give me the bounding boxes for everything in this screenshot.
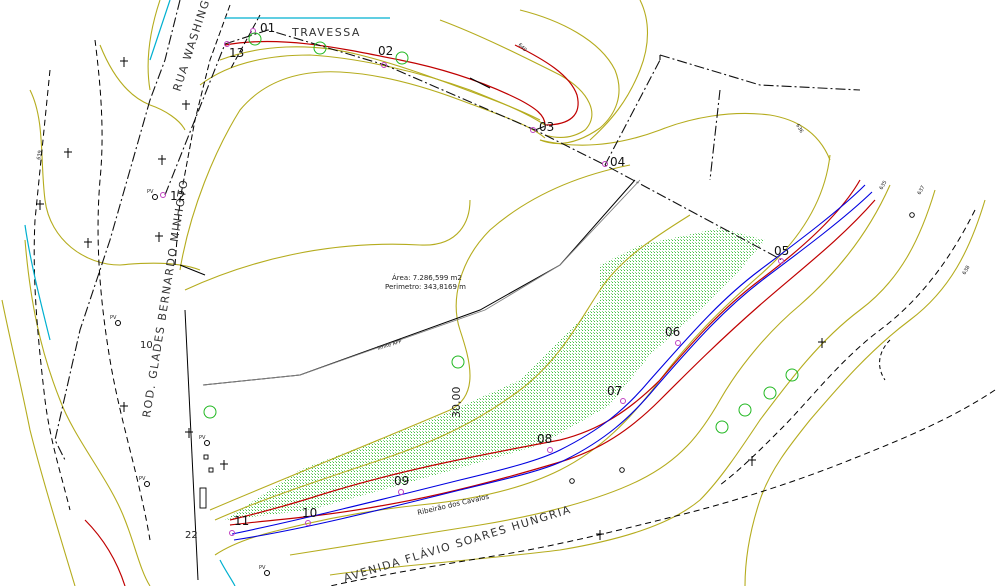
street-label-rodovia: ROD. GLADES BERNARDO MINHOTO xyxy=(140,178,191,419)
contour-label-638: 638 xyxy=(962,265,972,276)
vertex-label-11: 11 xyxy=(234,514,249,528)
app-vegetation-area xyxy=(225,228,765,520)
topographic-map[interactable]: TRAVESSA RUA WASHINGTON ROD. GLADES BERN… xyxy=(0,0,998,586)
major-contours xyxy=(84,40,876,586)
contour-label-640: 640 xyxy=(517,42,528,53)
vertex-label-08: 08 xyxy=(537,432,552,446)
vertex-label-07: 07 xyxy=(607,384,622,398)
svg-text:PV: PV xyxy=(199,435,206,441)
contour-label-637: 637 xyxy=(917,185,927,196)
vertex-label-01: 01 xyxy=(260,21,275,35)
vertex-label-12: 12 xyxy=(170,189,185,203)
vertex-label-10: 10 xyxy=(302,506,317,520)
vertex-label-02: 02 xyxy=(378,44,393,58)
app-limit-label: limite APP xyxy=(377,339,403,352)
yellow-label-10: 10 xyxy=(140,340,153,351)
yellow-label-22: 22 xyxy=(185,530,198,541)
vertex-label-04: 04 xyxy=(610,155,625,169)
vertex-label-06: 06 xyxy=(665,325,680,339)
contour-label-636: 636 xyxy=(794,123,804,134)
vertex-label-03: 03 xyxy=(539,120,554,134)
svg-text:PV: PV xyxy=(139,476,146,482)
vertex-label-13: 13 xyxy=(229,46,244,60)
vertex-label-05: 05 xyxy=(774,244,789,258)
app-width-label: 30,00 xyxy=(450,387,463,419)
street-label-rua-washington: RUA WASHINGTON xyxy=(170,0,221,93)
area-value: Área: 7.286,599 m2 xyxy=(392,273,462,282)
svg-text:PV: PV xyxy=(259,565,266,571)
street-label-travessa: TRAVESSA xyxy=(291,26,361,39)
svg-text:PV: PV xyxy=(147,189,154,195)
vertex-label-09: 09 xyxy=(394,474,409,488)
svg-text:PV: PV xyxy=(110,315,117,321)
contour-label-635: 635 xyxy=(879,180,889,191)
perimeter-value: Perimetro: 343,8169 m xyxy=(385,283,466,291)
street-label-avenida: AVENIDA FLÁVIO SOARES HUNGRIA xyxy=(342,503,573,585)
